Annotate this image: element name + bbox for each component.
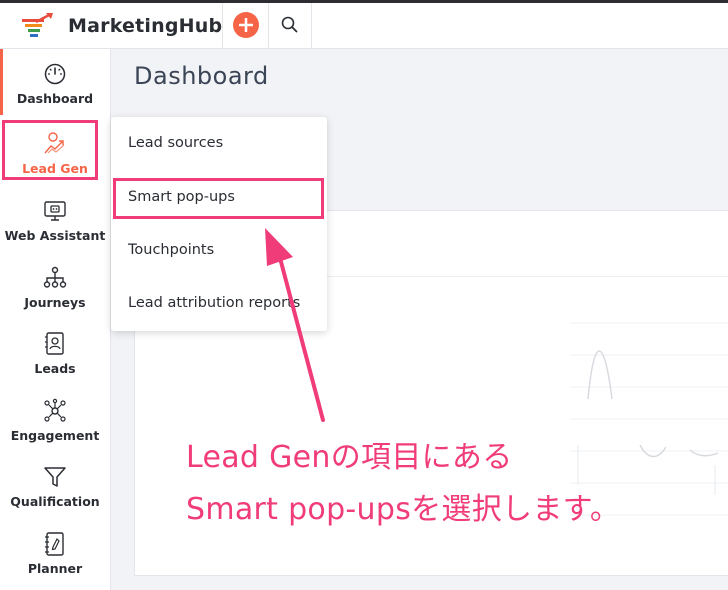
annotation-text-line-2: Smart pop-upsを選択します。 <box>186 492 621 527</box>
app-window: MarketingHub Dashboard Lead Gen Web Assi… <box>0 0 728 590</box>
annotation-text-line-1: Lead Genの項目にある <box>186 440 513 475</box>
